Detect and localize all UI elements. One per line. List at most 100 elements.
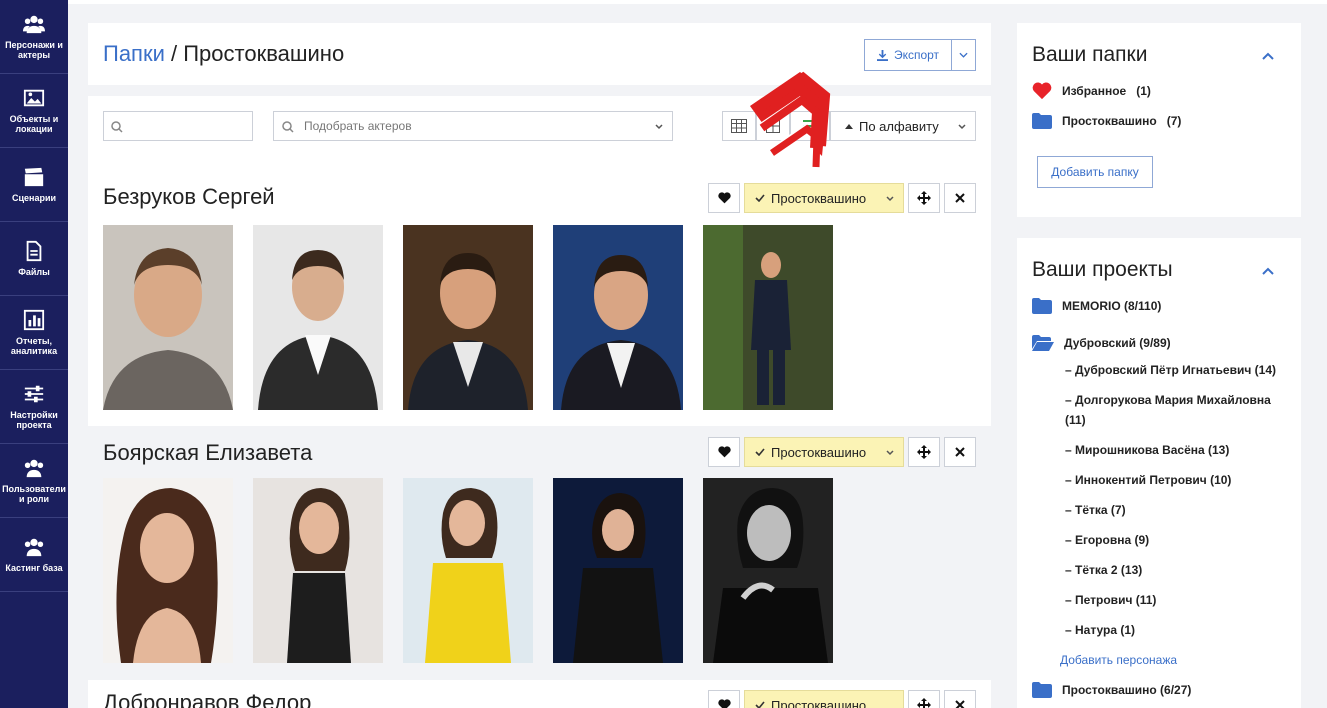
chevron-down-icon [958,124,966,130]
favorite-button[interactable] [708,183,740,213]
nav-label: Персонажи и актеры [5,40,63,60]
users-icon [24,538,44,557]
nav-label: Пользователи и роли [2,484,66,504]
breadcrumb: Папки / Простоквашино [103,41,344,67]
search-icon [282,121,294,133]
folder-name: Простоквашино [1062,114,1157,128]
users-icon [24,459,44,478]
export-dropdown-toggle[interactable] [951,39,976,71]
actor-picker-select[interactable]: Подобрать актеров [273,111,673,141]
favorite-button[interactable] [708,437,740,467]
actor-photo[interactable] [103,478,233,663]
folder-item-prostokvashino[interactable]: Простоквашино (7) [1032,113,1181,129]
folder-open-icon [1032,335,1054,351]
nav-casting-base[interactable]: Кастинг база [0,518,68,592]
character-item[interactable]: – Мирошникова Васёна (13) [1065,440,1290,460]
nav-objects-locations[interactable]: Объекты и локации [0,74,68,148]
nav-reports[interactable]: Отчеты, аналитика [0,296,68,370]
heart-icon [717,446,731,458]
character-item[interactable]: – Тётка (7) [1065,500,1290,520]
project-item-dubrovsky[interactable]: Дубровский (9/89) [1032,335,1171,351]
folder-item-favorites[interactable]: Избранное (1) [1032,82,1151,100]
export-button[interactable]: Экспорт [864,39,952,71]
character-item[interactable]: – Натура (1) [1065,620,1290,640]
top-bar [68,0,1327,4]
folder-tag-label: Простоквашино [771,697,867,708]
nav-label: Объекты и локации [9,114,59,134]
folder-count: (1) [1136,84,1151,98]
actor-list-panel: Боярская Елизавета Простоквашино [88,426,991,676]
breadcrumb-current: Простоквашино [183,41,345,66]
search-input[interactable] [103,111,253,141]
nav-label: Кастинг база [5,563,63,573]
project-item-prostokvashino[interactable]: Простоквашино (6/27) [1032,682,1191,698]
actor-photo[interactable] [703,478,833,663]
actor-list-panel: Подобрать актеров По алфавиту Безруков С… [88,96,991,426]
table-icon [731,119,747,133]
project-item-memorio[interactable]: MEMORIO (8/110) [1032,298,1161,314]
users-icon [23,15,45,34]
actor-photo[interactable] [253,478,383,663]
nav-label: Файлы [18,267,50,277]
actor-name[interactable]: Добронравов Федор [103,690,311,708]
heart-icon [1032,82,1052,100]
actor-photo[interactable] [253,225,383,410]
character-item[interactable]: – Егоровна (9) [1065,530,1290,550]
add-character-link[interactable]: Добавить персонажа [1060,653,1177,667]
chevron-down-icon [886,450,894,456]
check-icon [755,701,765,708]
actor-photo[interactable] [703,225,833,410]
character-item[interactable]: – Тётка 2 (13) [1065,560,1290,580]
projects-panel: Ваши проекты MEMORIO (8/110) Дубровский … [1017,238,1301,708]
chevron-up-icon[interactable] [1261,264,1275,278]
character-item[interactable]: – Дубровский Пётр Игнатьевич (14) [1065,360,1290,380]
folder-tag-select[interactable]: Простоквашино [744,183,904,213]
actor-photo[interactable] [103,225,233,410]
image-icon [23,89,45,107]
remove-button[interactable] [944,690,976,708]
export-label: Экспорт [893,48,940,62]
character-item[interactable]: – Долгорукова Мария Михайловна (11) [1065,390,1290,430]
folder-tag-select[interactable]: Простоквашино [744,690,904,708]
sort-label: По алфавиту [859,118,939,134]
move-button[interactable] [908,183,940,213]
download-icon [876,49,888,61]
actor-photo[interactable] [553,225,683,410]
search-icon [111,121,123,133]
move-button[interactable] [908,437,940,467]
heart-icon [717,192,731,204]
close-icon [955,700,965,708]
close-icon [955,193,965,203]
projects-panel-title: Ваши проекты [1032,258,1173,281]
actor-name[interactable]: Боярская Елизавета [103,440,312,466]
nav-label: Отчеты, аналитика [10,336,58,356]
character-item[interactable]: – Иннокентий Петрович (10) [1065,470,1290,490]
actor-photo[interactable] [403,225,533,410]
folder-tag-select[interactable]: Простоквашино [744,437,904,467]
actor-photo[interactable] [403,478,533,663]
folders-panel-title: Ваши папки [1032,43,1148,66]
clapperboard-icon [24,167,44,187]
nav-project-settings[interactable]: Настройки проекта [0,370,68,444]
move-button[interactable] [908,690,940,708]
actor-list-panel: Добронравов Федор Простоквашино [88,680,991,708]
add-folder-button[interactable]: Добавить папку [1037,156,1153,188]
favorite-button[interactable] [708,690,740,708]
chevron-up-icon[interactable] [1261,49,1275,63]
folder-tag-label: Простоквашино [771,190,867,206]
remove-button[interactable] [944,183,976,213]
nav-label: Настройки проекта [10,410,58,430]
actor-name[interactable]: Безруков Сергей [103,184,275,210]
folder-tag-label: Простоквашино [771,444,867,460]
breadcrumb-folders-link[interactable]: Папки [103,41,165,66]
nav-scripts[interactable]: Сценарии [0,148,68,222]
nav-files[interactable]: Файлы [0,222,68,296]
sort-select[interactable]: По алфавиту [830,111,976,141]
nav-users-roles[interactable]: Пользователи и роли [0,444,68,518]
sidebar: Персонажи и актеры Объекты и локации Сце… [0,0,68,708]
character-item[interactable]: – Петрович (11) [1065,590,1290,610]
folder-icon [1032,113,1052,129]
remove-button[interactable] [944,437,976,467]
nav-characters-actors[interactable]: Персонажи и актеры [0,0,68,74]
actor-photo[interactable] [553,478,683,663]
